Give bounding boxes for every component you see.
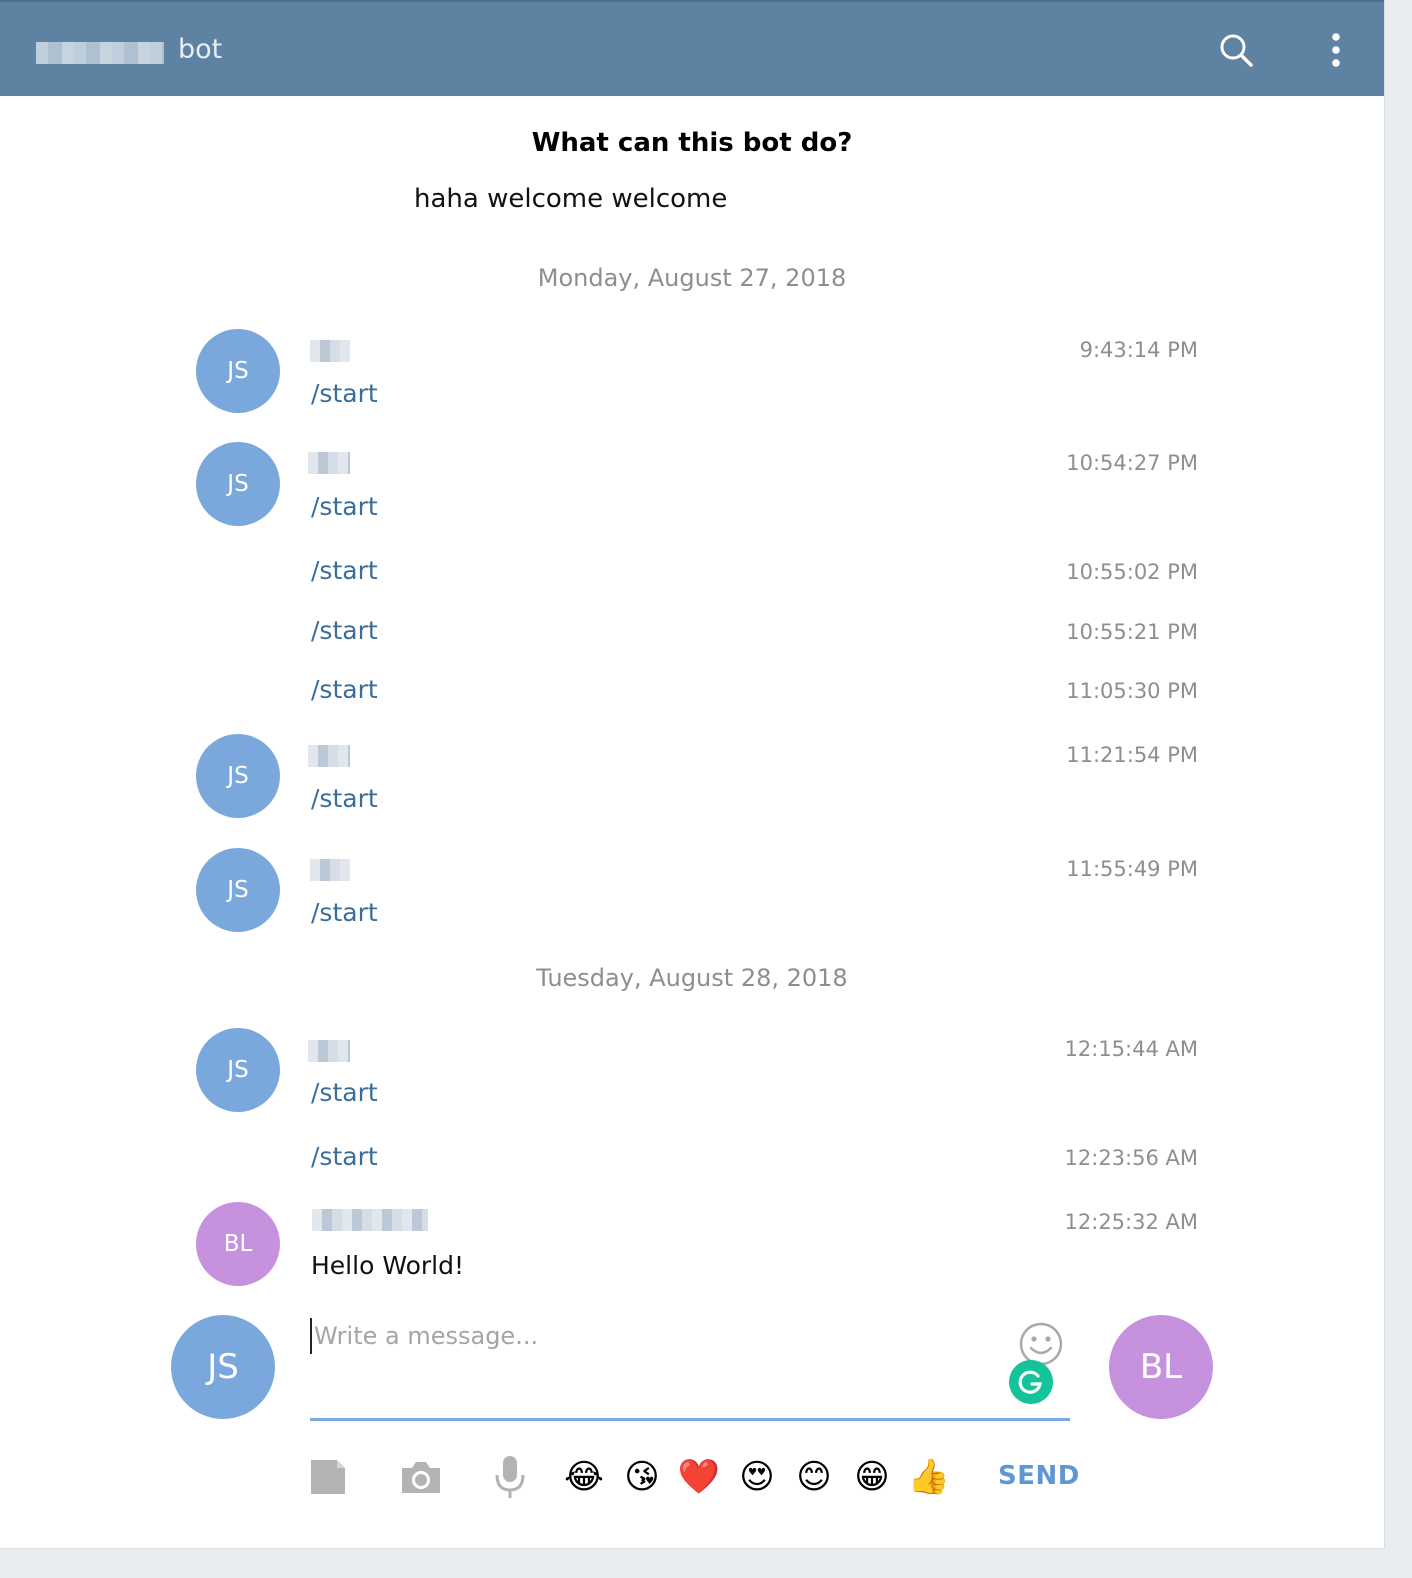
sender-name-redacted (312, 1209, 428, 1231)
message-time: 10:55:02 PM (1066, 560, 1198, 584)
emoji-grin[interactable]: 😁 (850, 1455, 894, 1499)
avatar[interactable]: JS (196, 734, 280, 818)
search-button[interactable] (1214, 28, 1258, 72)
message-time: 12:15:44 AM (1064, 1037, 1198, 1061)
grammarly-icon (1018, 1370, 1042, 1394)
emoji-thumbs-up[interactable]: 👍 (907, 1455, 951, 1499)
sender-name-redacted (308, 745, 350, 767)
bot-name-redacted (36, 42, 164, 64)
chat-window: bot What can this bot do? haha welcome w… (0, 0, 1385, 1549)
message-time: 11:05:30 PM (1066, 679, 1198, 703)
message-time: 11:21:54 PM (1066, 743, 1198, 767)
message-text[interactable]: /start (311, 379, 378, 408)
message-time: 12:25:32 AM (1064, 1210, 1198, 1234)
grammarly-button[interactable] (1009, 1360, 1053, 1404)
attach-photo-button[interactable] (398, 1455, 444, 1499)
message-text[interactable]: Hello World! (311, 1251, 464, 1280)
send-button[interactable]: SEND (998, 1461, 1080, 1491)
avatar[interactable]: BL (196, 1202, 280, 1286)
message-text[interactable]: /start (311, 1142, 378, 1171)
chat-header: bot (0, 0, 1384, 96)
message-time: 10:55:21 PM (1066, 620, 1198, 644)
message-text[interactable]: /start (311, 784, 378, 813)
sender-name-redacted (310, 859, 350, 881)
message-text[interactable]: /start (311, 1078, 378, 1107)
search-icon (1220, 34, 1253, 67)
camera-icon (402, 1462, 440, 1493)
emoji-blush[interactable]: 😊 (792, 1455, 836, 1499)
date-separator: Tuesday, August 28, 2018 (536, 964, 848, 992)
message-text[interactable]: /start (311, 898, 378, 927)
peer-avatar[interactable]: BL (1109, 1315, 1213, 1419)
emoji-heart[interactable]: ❤️ (677, 1455, 721, 1499)
emoji-heart-eyes[interactable]: 😍 (735, 1455, 779, 1499)
date-separator: Monday, August 27, 2018 (537, 264, 847, 292)
message-text[interactable]: /start (311, 616, 378, 645)
more-vertical-icon (1332, 33, 1340, 67)
bot-intro-title: What can this bot do? (531, 128, 853, 158)
self-avatar[interactable]: JS (171, 1315, 275, 1419)
bot-intro-text: haha welcome welcome (414, 184, 728, 214)
avatar[interactable]: JS (196, 848, 280, 932)
document-icon (311, 1460, 345, 1494)
emoji-kiss[interactable]: 😘 (620, 1455, 664, 1499)
emoji-joy[interactable]: 😂 (562, 1455, 606, 1499)
message-time: 12:23:56 AM (1064, 1146, 1198, 1170)
input-underline (310, 1418, 1070, 1421)
avatar[interactable]: JS (196, 329, 280, 413)
sender-name-redacted (310, 340, 350, 362)
record-voice-button[interactable] (488, 1455, 532, 1499)
message-input[interactable] (310, 1318, 1010, 1354)
attach-file-button[interactable] (306, 1455, 350, 1499)
message-text[interactable]: /start (311, 675, 378, 704)
message-time: 10:54:27 PM (1066, 451, 1198, 475)
sender-name-redacted (308, 452, 350, 474)
chat-title[interactable]: bot (178, 34, 222, 65)
message-text[interactable]: /start (311, 492, 378, 521)
message-time: 9:43:14 PM (1079, 338, 1198, 362)
message-text[interactable]: /start (311, 556, 378, 585)
avatar[interactable]: JS (196, 442, 280, 526)
message-time: 11:55:49 PM (1066, 857, 1198, 881)
more-menu-button[interactable] (1314, 28, 1358, 72)
microphone-icon (495, 1456, 525, 1498)
sender-name-redacted (308, 1040, 350, 1062)
avatar[interactable]: JS (196, 1028, 280, 1112)
